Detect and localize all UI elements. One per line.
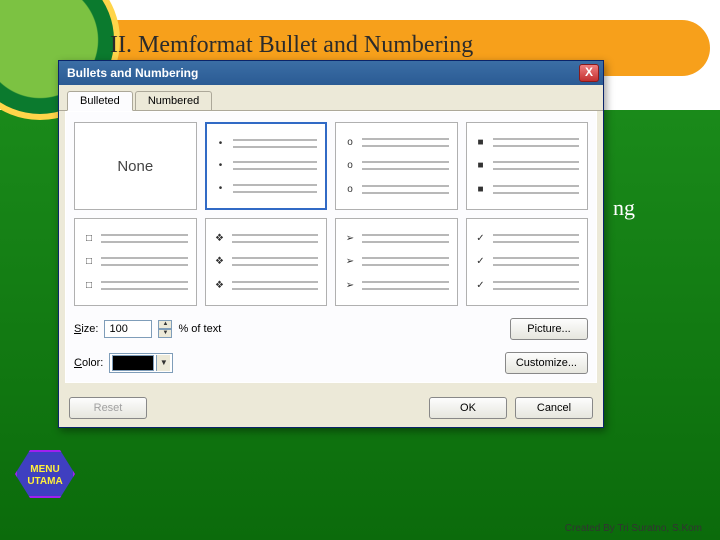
color-swatch-icon bbox=[112, 355, 154, 371]
bullet-option-diamond[interactable]: ❖ ❖ ❖ bbox=[205, 218, 328, 306]
dialog-body: None • • • o o o ■ ■ ■ □ □ □ bbox=[65, 111, 597, 383]
tab-strip: Bulleted Numbered bbox=[59, 85, 603, 111]
close-button[interactable]: X bbox=[579, 64, 599, 82]
dialog-titlebar[interactable]: Bullets and Numbering X bbox=[59, 61, 603, 85]
size-input[interactable] bbox=[104, 320, 152, 338]
dialog-title: Bullets and Numbering bbox=[67, 66, 198, 80]
bullet-style-grid: None • • • o o o ■ ■ ■ □ □ □ bbox=[74, 122, 588, 306]
color-picker[interactable]: ▼ bbox=[109, 353, 173, 373]
bullet-option-none[interactable]: None bbox=[74, 122, 197, 210]
bullet-option-hollow-square[interactable]: □ □ □ bbox=[74, 218, 197, 306]
none-label: None bbox=[117, 158, 153, 175]
cancel-button[interactable]: Cancel bbox=[515, 397, 593, 419]
bullet-option-black-square[interactable]: ■ ■ ■ bbox=[466, 122, 589, 210]
customize-button[interactable]: Customize... bbox=[505, 352, 588, 374]
tab-bulleted[interactable]: Bulleted bbox=[67, 91, 133, 111]
tab-numbered[interactable]: Numbered bbox=[135, 91, 212, 110]
bullet-icon: • bbox=[215, 138, 227, 149]
menu-utama-line1: MENU bbox=[17, 464, 73, 476]
size-label: Size: bbox=[74, 323, 98, 335]
bullet-option-triangle[interactable]: ➢ ➢ ➢ bbox=[335, 218, 458, 306]
background-text-fragment: ng bbox=[613, 195, 635, 221]
color-label: Color: bbox=[74, 357, 103, 369]
bullets-numbering-dialog: Bullets and Numbering X Bulleted Numbere… bbox=[58, 60, 604, 428]
ok-button[interactable]: OK bbox=[429, 397, 507, 419]
slide-heading: II. Memformat Bullet and Numbering bbox=[110, 32, 473, 59]
bullet-option-ring[interactable]: o o o bbox=[335, 122, 458, 210]
chevron-down-icon: ▼ bbox=[156, 355, 170, 371]
picture-button[interactable]: Picture... bbox=[510, 318, 588, 340]
bullet-option-dot[interactable]: • • • bbox=[205, 122, 328, 210]
reset-button[interactable]: Reset bbox=[69, 397, 147, 419]
bullet-option-check[interactable]: ✓ ✓ ✓ bbox=[466, 218, 589, 306]
menu-utama-line2: UTAMA bbox=[17, 476, 73, 488]
pct-of-text-label: % of text bbox=[178, 323, 221, 335]
dialog-footer: Reset OK Cancel bbox=[59, 389, 603, 427]
size-spinner[interactable]: ▲▼ bbox=[158, 320, 172, 338]
slide-credit: Created By Tri Suratno, S.Kom bbox=[565, 523, 702, 534]
